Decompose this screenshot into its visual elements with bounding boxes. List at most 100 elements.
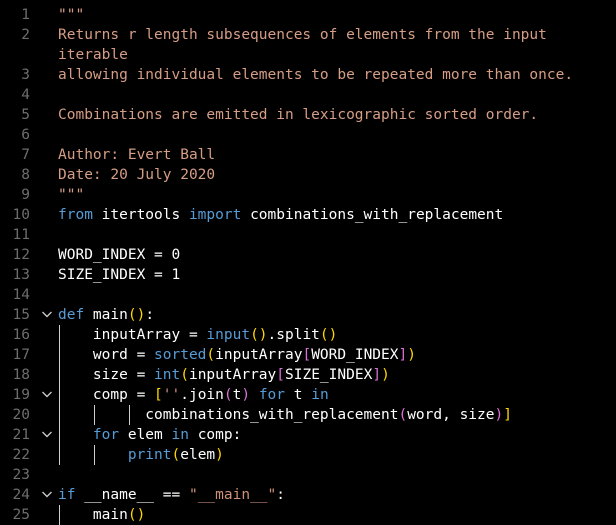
chevron-down-icon[interactable] [41, 428, 53, 440]
code-token: comp: [188, 427, 242, 443]
code-token: ) [494, 407, 504, 423]
code-line[interactable]: 24 if __name__ == "__main__": [0, 485, 616, 505]
code-line[interactable]: 9 """ [0, 185, 616, 205]
code-token: for [58, 427, 120, 443]
code-token: elem [180, 447, 216, 463]
code-line[interactable]: 25 main() [0, 505, 616, 525]
chevron-down-icon[interactable] [41, 308, 53, 320]
code-token: word, size [407, 407, 495, 423]
code-token: allowing individual elements to be repea… [58, 67, 574, 83]
line-code: combinations_with_replacement(word, size… [58, 405, 512, 425]
code-line[interactable]: 7 Author: Evert Ball [0, 145, 616, 165]
code-token: print [127, 447, 172, 463]
line-number: 13 [12, 267, 30, 283]
code-line[interactable]: 21 for elem in comp: [0, 425, 616, 445]
line-code: WORD_INDEX = 0 [58, 245, 180, 265]
code-token: WORD_INDEX = 0 [58, 247, 181, 263]
line-number: 18 [12, 367, 30, 383]
line-number: 20 [12, 407, 30, 423]
line-number: 12 [12, 247, 30, 263]
code-line[interactable]: 6 [0, 125, 616, 145]
line-number: 15 [12, 307, 30, 323]
line-code: SIZE_INDEX = 1 [58, 265, 180, 285]
code-token: word = [58, 347, 155, 363]
code-line[interactable]: 17 word = sorted(inputArray[WORD_INDEX]) [0, 345, 616, 365]
code-token: ( [180, 367, 189, 383]
code-line[interactable]: 16 inputArray = input().split() [0, 325, 616, 345]
code-token: [ [276, 367, 286, 383]
code-token: ) [407, 347, 416, 363]
code-token: comp = [58, 387, 155, 403]
code-token: size = [58, 367, 155, 383]
line-number: 1 [21, 7, 30, 23]
code-token: input [206, 327, 251, 343]
line-code: for elem in comp: [58, 425, 241, 445]
code-line[interactable]: 5 Combinations are emitted in lexicograph… [0, 105, 616, 125]
code-token: from [58, 207, 93, 223]
code-token: main [58, 507, 128, 523]
code-editor[interactable]: 1 """ 2 Returns r length subsequences of el… [0, 0, 616, 525]
code-line[interactable]: 8 Date: 20 July 2020 [0, 165, 616, 185]
code-token: ) [381, 367, 390, 383]
line-code: word = sorted(inputArray[WORD_INDEX]) [58, 345, 416, 365]
line-number: 5 [21, 107, 30, 123]
code-token: combinations_with_replacement [241, 207, 504, 223]
line-code: allowing individual elements to be repea… [58, 65, 573, 85]
code-token: ) [215, 447, 224, 463]
line-number: 7 [21, 147, 30, 163]
code-line[interactable]: 20 combinations_with_replacement(word, s… [0, 405, 616, 425]
code-line[interactable]: 1 """ [0, 5, 616, 25]
line-number: 17 [12, 347, 30, 363]
line-number: 24 [12, 487, 30, 503]
line-code: Author: Evert Ball [58, 145, 215, 165]
line-number: 3 [21, 67, 30, 83]
code-token: ] [372, 367, 382, 383]
code-line[interactable]: 4 [0, 85, 616, 105]
line-number: 8 [21, 167, 30, 183]
chevron-down-icon[interactable] [41, 488, 53, 500]
line-code: Combinations are emitted in lexicographi… [58, 105, 538, 125]
code-token: WORD_INDEX [311, 347, 399, 363]
code-token: sorted [154, 347, 207, 363]
code-token: SIZE_INDEX [285, 367, 373, 383]
line-number: 23 [12, 467, 30, 483]
code-token: ( [223, 387, 233, 403]
code-line[interactable]: 2 Returns r length subsequences of elemen… [0, 25, 616, 45]
code-token: () [319, 327, 338, 343]
code-token: if [58, 487, 76, 503]
line-code: """ [58, 185, 84, 205]
code-line[interactable]: 12 WORD_INDEX = 0 [0, 245, 616, 265]
code-token: in [311, 387, 329, 403]
code-line[interactable]: 15 def main(): [0, 305, 616, 325]
code-token: ] [503, 407, 512, 423]
line-number: 6 [21, 127, 30, 143]
code-token: () [250, 327, 268, 343]
code-line[interactable]: 13 SIZE_INDEX = 1 [0, 265, 616, 285]
code-token: ( [206, 347, 216, 363]
code-line[interactable]: 18 size = int(inputArray[SIZE_INDEX]) [0, 365, 616, 385]
line-code: Returns r length subsequences of element… [58, 25, 547, 45]
line-code: iterable [58, 45, 128, 65]
code-token: int [154, 367, 181, 383]
line-code: from itertools import combinations_with_… [58, 205, 503, 225]
code-token: iterable [58, 47, 128, 63]
code-token: Combinations are emitted in lexicographi… [58, 107, 539, 123]
code-token: Date: 20 July 2020 [58, 167, 216, 183]
code-line[interactable]: 14 [0, 285, 616, 305]
chevron-down-icon[interactable] [41, 388, 53, 400]
code-line[interactable]: iterable [0, 45, 616, 65]
line-number: 9 [21, 187, 30, 203]
code-token: inputArray [215, 347, 303, 363]
code-token: def [58, 307, 85, 323]
line-number: 4 [21, 87, 30, 103]
code-token: Author: Evert Ball [58, 147, 216, 163]
code-line[interactable]: 22 print(elem) [0, 445, 616, 465]
code-line[interactable]: 11 [0, 225, 616, 245]
code-token: inputArray = [58, 327, 207, 343]
code-token: itertools [92, 207, 189, 223]
code-line[interactable]: 10 from itertools import combinations_wit… [0, 205, 616, 225]
code-token: '' [162, 387, 181, 403]
code-line[interactable]: 3 allowing individual elements to be repe… [0, 65, 616, 85]
code-line[interactable]: 23 [0, 465, 616, 485]
code-line[interactable]: 19 comp = [''.join(t) for t in [0, 385, 616, 405]
